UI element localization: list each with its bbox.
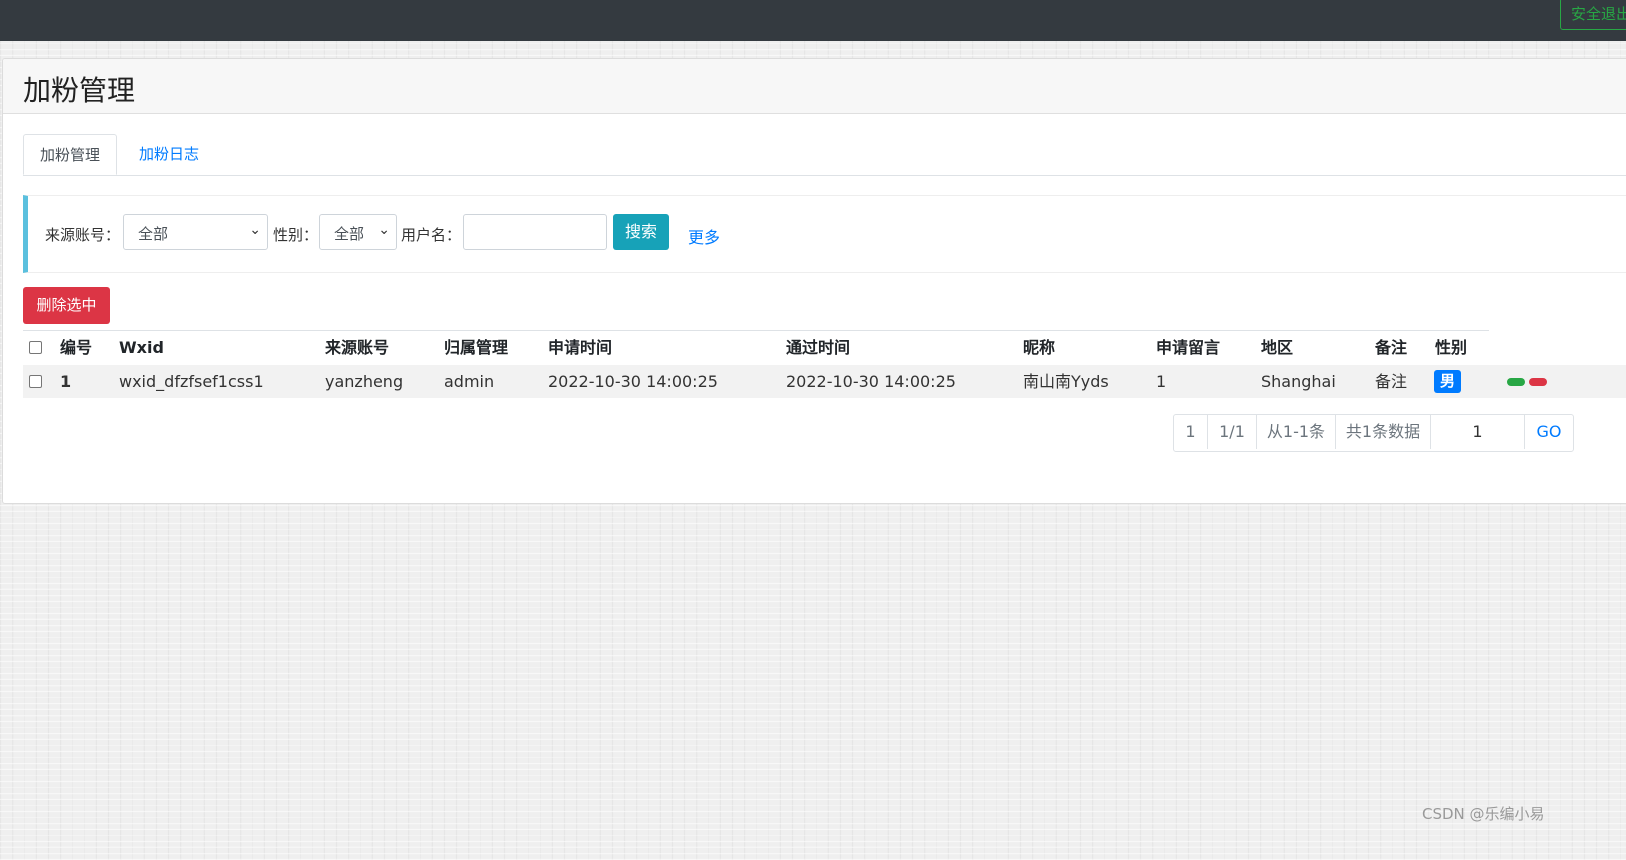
source-account-value: 全部 [138, 225, 169, 243]
column-header-source: 来源账号 [325, 338, 390, 357]
total-records: 共1条数据 [1336, 415, 1431, 449]
row-id: 1 [60, 372, 72, 391]
goto-page-input[interactable]: 1 [1431, 415, 1525, 449]
tab-bar: 加粉管理 加粉日志 [23, 134, 1626, 176]
column-header-owner: 归属管理 [444, 338, 509, 357]
tab-fan-management[interactable]: 加粉管理 [23, 134, 118, 175]
more-filters-link[interactable]: 更多 [688, 224, 720, 248]
row-remark: 备注 [1375, 372, 1408, 391]
page-current[interactable]: 1 [1174, 415, 1208, 449]
table-row[interactable]: 1 wxid_dfzfsef1css1 yanzheng admin 2022-… [23, 365, 1626, 398]
go-button[interactable]: GO [1525, 415, 1573, 449]
row-checkbox[interactable] [29, 375, 42, 388]
row-nickname: 南山南Yyds [1023, 372, 1109, 391]
filter-panel: 来源账号： 全部 ⌄ 性别： 全部 ⌄ 用户名： 搜索 更多 [23, 195, 1626, 273]
source-account-select[interactable]: 全部 ⌄ [123, 214, 268, 250]
card-header: 加粉管理 [3, 59, 1626, 114]
column-header-gender: 性别 [1435, 338, 1468, 357]
page-title: 加粉管理 [23, 74, 136, 107]
row-apply-time: 2022-10-30 14:00:25 [548, 372, 718, 391]
delete-selected-button[interactable]: 删除选中 [23, 287, 110, 324]
gender-label: 性别： [273, 226, 319, 244]
page-count: 1/1 [1208, 415, 1257, 449]
search-button[interactable]: 搜索 [613, 214, 669, 250]
edit-button[interactable] [1507, 378, 1525, 386]
main-card: 加粉管理 加粉管理 加粉日志 来源账号： 全部 ⌄ 性别： 全部 ⌄ 用户名： … [2, 58, 1626, 504]
pagination: 1 1/1 从1-1条 共1条数据 1 GO [1173, 414, 1574, 452]
tab-fan-log[interactable]: 加粉日志 [123, 134, 215, 175]
row-source: yanzheng [325, 372, 404, 391]
column-header-pass-time: 通过时间 [786, 338, 851, 357]
username-label: 用户名： [401, 226, 462, 244]
column-header-nickname: 昵称 [1023, 338, 1056, 357]
column-header-region: 地区 [1261, 338, 1294, 357]
row-wxid: wxid_dfzfsef1css1 [119, 372, 264, 391]
row-region: Shanghai [1261, 372, 1336, 391]
table-header-row: 编号 Wxid 来源账号 归属管理 申请时间 通过时间 昵称 申请留言 地区 备… [23, 330, 1489, 366]
top-navbar: 安全退出 [0, 0, 1626, 41]
column-header-message: 申请留言 [1156, 338, 1221, 357]
username-input[interactable] [463, 214, 607, 250]
row-pass-time: 2022-10-30 14:00:25 [786, 372, 956, 391]
row-message: 1 [1156, 372, 1167, 391]
chevron-down-icon: ⌄ [378, 222, 390, 238]
gender-badge: 男 [1434, 370, 1462, 393]
column-header-id: 编号 [60, 338, 93, 357]
column-header-wxid: Wxid [119, 338, 164, 357]
gender-select[interactable]: 全部 ⌄ [319, 214, 397, 250]
gender-value: 全部 [334, 225, 365, 243]
watermark: CSDN @乐编小易 [1422, 805, 1545, 823]
source-account-label: 来源账号： [45, 226, 121, 244]
column-header-apply-time: 申请时间 [548, 338, 613, 357]
select-all-checkbox[interactable] [29, 341, 42, 354]
logout-button[interactable]: 安全退出 [1560, 0, 1626, 30]
row-owner: admin [444, 372, 495, 391]
page-range: 从1-1条 [1257, 415, 1336, 449]
column-header-remark: 备注 [1375, 338, 1408, 357]
chevron-down-icon: ⌄ [249, 222, 261, 238]
delete-row-button[interactable] [1529, 378, 1547, 386]
